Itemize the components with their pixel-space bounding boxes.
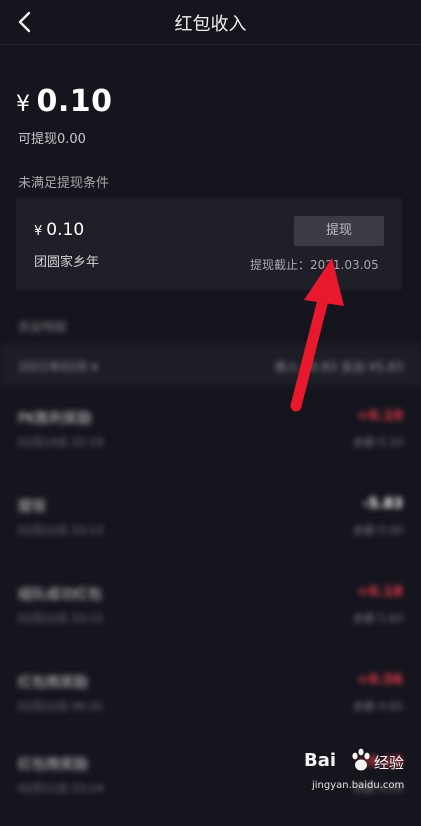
transaction-name: 组队成功红包: [18, 587, 102, 603]
transaction-amount: +0.10: [356, 408, 403, 424]
transaction-row[interactable]: 提现 02月12日 23:13 -5.83 余额 0.00: [0, 482, 421, 568]
transaction-time: 02月12日 23:12: [18, 612, 104, 625]
card-amount: ¥0.10: [34, 220, 84, 240]
transaction-amount: +0.56: [356, 672, 403, 688]
balance-amount: 0.10: [36, 84, 113, 119]
card-currency: ¥: [34, 224, 43, 239]
details-section-label: 资金明细: [18, 320, 67, 334]
month-filter-bar[interactable]: 2021年02月 ▾ 收入 ¥0.83 支出 ¥5.83: [0, 344, 421, 386]
transaction-row[interactable]: 红包雨奖励 02月12日 00:31 +0.56 余额 4.65: [0, 658, 421, 744]
month-selector[interactable]: 2021年02月 ▾: [18, 358, 98, 375]
page-title: 红包收入: [174, 14, 247, 35]
transaction-amount: +0.18: [356, 584, 403, 600]
card-amount-value: 0.10: [46, 220, 85, 240]
baidu-jingyan-watermark: Bai 经验 jingyan.baidu.com: [300, 748, 418, 800]
transaction-balance: 余额 0.00: [353, 524, 403, 537]
transaction-name: 提现: [18, 499, 46, 515]
transaction-name: PK胜利奖励: [18, 411, 92, 427]
watermark-brand: Bai: [304, 750, 337, 771]
transaction-name: 红包雨奖励: [18, 757, 88, 773]
withdraw-deadline: 提现截止：2021.03.05: [250, 258, 379, 272]
watermark-jingyan: 经验: [374, 754, 405, 772]
transaction-time: 02月12日 00:31: [18, 700, 104, 713]
watermark-url: jingyan.baidu.com: [312, 780, 405, 791]
red-packet-card: ¥0.10 团圆家乡年 提现 提现截止：2021.03.05: [16, 198, 402, 290]
withdraw-button[interactable]: 提现: [294, 216, 384, 246]
total-balance: ¥0.10: [16, 84, 113, 119]
transaction-balance: 余额 0.10: [353, 436, 403, 449]
card-name: 团圆家乡年: [34, 255, 100, 270]
transaction-time: 02月14日 22:19: [18, 436, 104, 449]
transaction-row[interactable]: PK胜利奖励 02月14日 22:19 +0.10 余额 0.10: [0, 394, 421, 480]
transaction-balance: 余额 4.65: [353, 700, 403, 713]
condition-label: 未满足提现条件: [18, 176, 110, 191]
transaction-time: 02月12日 23:13: [18, 524, 104, 537]
transaction-row[interactable]: 组队成功红包 02月12日 23:12 +0.18 余额 5.83: [0, 570, 421, 656]
paw-icon: [352, 748, 370, 771]
withdrawable-amount: 可提现0.00: [18, 132, 86, 147]
transaction-time: 02月11日 23:14: [18, 782, 104, 795]
transaction-balance: 余额 5.83: [353, 612, 403, 625]
top-bar: 红包收入: [0, 0, 421, 45]
balance-currency: ¥: [16, 92, 31, 117]
month-summary: 收入 ¥0.83 支出 ¥5.83: [274, 360, 403, 374]
transaction-amount: -5.83: [362, 496, 403, 512]
transaction-name: 红包雨奖励: [18, 675, 88, 691]
